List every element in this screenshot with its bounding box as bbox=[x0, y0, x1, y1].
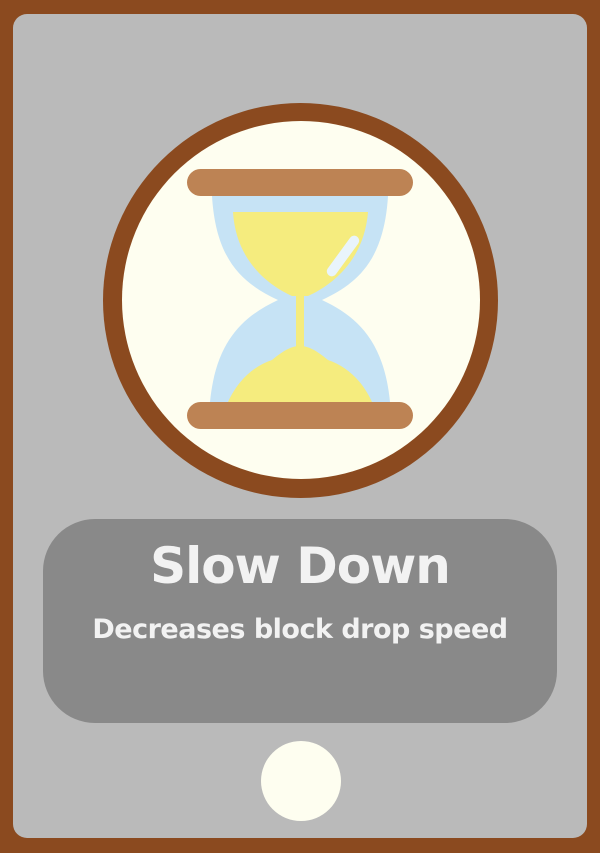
card-select-token[interactable] bbox=[261, 741, 341, 821]
card-description: Decreases block drop speed bbox=[92, 614, 508, 645]
card-emblem-face bbox=[122, 121, 480, 479]
card-title: Slow Down bbox=[150, 537, 451, 595]
